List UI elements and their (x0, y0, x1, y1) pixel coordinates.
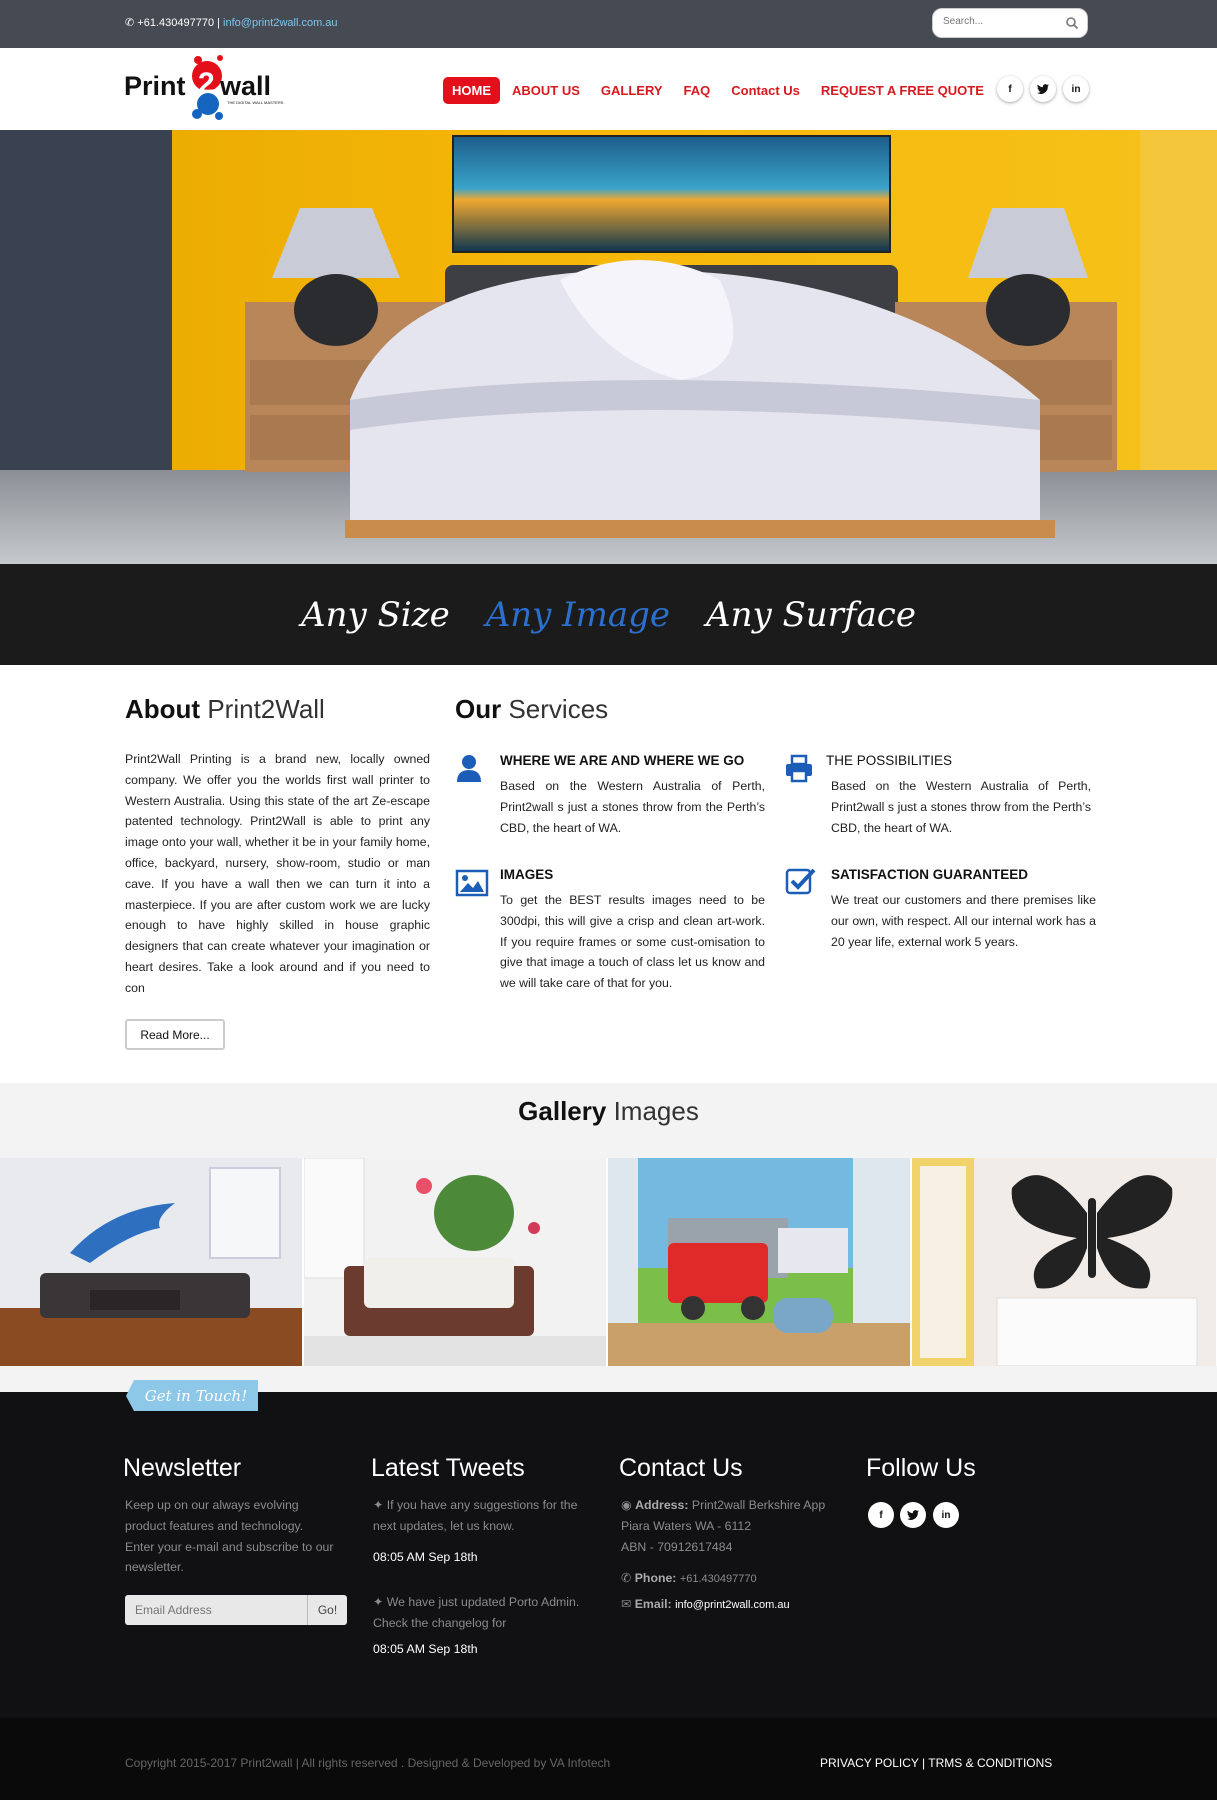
twitter-bird-icon (907, 1510, 919, 1520)
service-text: Based on the Western Australia of Perth,… (500, 779, 765, 835)
contact-phone: ✆ Phone: +61.430497770 (621, 1571, 757, 1585)
nav-faq[interactable]: FAQ (675, 77, 720, 104)
map-marker-icon: ◉ (621, 1498, 632, 1512)
about-title: About Print2Wall (125, 694, 325, 724)
logo[interactable]: Print 2 wall THE DIGITAL WALL MASTERS (124, 50, 286, 128)
svg-text:THE DIGITAL WALL MASTERS: THE DIGITAL WALL MASTERS (227, 100, 284, 105)
nav-about-us[interactable]: ABOUT US (503, 77, 589, 104)
service-title: WHERE WE ARE AND WHERE WE GO (500, 753, 745, 768)
gallery-image-dolphin[interactable] (0, 1158, 304, 1366)
envelope-icon: ✉ (621, 1597, 632, 1611)
check-square-icon (785, 868, 816, 895)
gallery-title: Gallery Images (518, 1096, 699, 1126)
twitter-icon[interactable] (1030, 76, 1056, 102)
facebook-icon[interactable]: f (868, 1502, 894, 1528)
user-icon (457, 755, 481, 782)
twitter-icon[interactable] (900, 1502, 926, 1528)
contact-email: ✉ Email: info@print2wall.com.au (621, 1597, 790, 1611)
tweet-item: ✦ We have just updated Porto Admin. Chec… (373, 1595, 580, 1630)
go-button[interactable]: Go! (307, 1595, 347, 1625)
gallery-strip (0, 1158, 1217, 1366)
flower-room-image (304, 1158, 606, 1366)
search-input[interactable] (943, 16, 1063, 27)
service-images: IMAGES To get the BEST results images ne… (500, 867, 765, 994)
top-email-link[interactable]: info@print2wall.com.au (223, 17, 338, 29)
service-title: SATISFACTION GUARANTEED (831, 867, 1029, 882)
service-text: To get the BEST results images need to b… (500, 893, 765, 991)
logo-graphic: Print 2 wall THE DIGITAL WALL MASTERS (124, 55, 284, 120)
contact-title: Contact Us (619, 1454, 743, 1482)
nav-contact-us[interactable]: Contact Us (722, 77, 809, 104)
main-nav: HOME ABOUT US GALLERY FAQ Contact Us REQ… (443, 76, 996, 104)
kids-room-image (608, 1158, 910, 1366)
hero-banner (0, 130, 1217, 564)
about-text: Print2Wall Printing is a brand new, loca… (125, 752, 430, 995)
service-satisfaction: SATISFACTION GUARANTEED We treat our cus… (831, 867, 1096, 952)
newsletter-text: Keep up on our always evolving product f… (125, 1498, 334, 1575)
terms-link[interactable]: TRMS & CONDITIONS (928, 1756, 1052, 1770)
newsletter-form: Go! (125, 1595, 347, 1625)
nav-gallery[interactable]: GALLERY (592, 77, 672, 104)
linkedin-icon[interactable]: in (1063, 76, 1089, 102)
service-where-we-are: WHERE WE ARE AND WHERE WE GO Based on th… (500, 753, 765, 838)
svg-text:Print: Print (124, 71, 186, 101)
contact-email-link[interactable]: info@print2wall.com.au (675, 1599, 790, 1611)
service-text: Based on the Western Australia of Perth,… (831, 779, 1091, 835)
contact-address: ◉ Address: Print2wall Berkshire App Piar… (621, 1498, 826, 1554)
tagline-any-image: Any Image (485, 594, 671, 635)
newsletter-title: Newsletter (123, 1454, 242, 1482)
service-text: We treat our customers and there premise… (831, 893, 1096, 949)
nav-request-quote[interactable]: REQUEST A FREE QUOTE (812, 77, 993, 104)
tagline-band: Any Size Any Image Any Surface (0, 564, 1217, 665)
phone-icon: ✆ (125, 17, 138, 29)
tagline-any-surface: Any Surface (706, 594, 916, 635)
legal-links: PRIVACY POLICY | TRMS & CONDITIONS (820, 1756, 1053, 1770)
copyright-text: Copyright 2015-2017 Print2wall | All rig… (125, 1756, 611, 1770)
service-title: THE POSSIBILITIES (826, 753, 953, 768)
tagline-any-size: Any Size (301, 594, 450, 635)
top-phone: +61.430497770 (137, 17, 215, 29)
hero-bedroom-image (0, 130, 1217, 564)
tweet-item: ✦ If you have any suggestions for the ne… (373, 1498, 578, 1533)
get-in-touch-ribbon: Get in Touch! (126, 1380, 258, 1411)
service-title: IMAGES (500, 867, 554, 882)
top-contact: ✆ +61.430497770 | info@print2wall.com.au (125, 17, 338, 29)
gallery-image-butterfly[interactable] (912, 1158, 1216, 1366)
dolphin-room-image (0, 1158, 302, 1366)
services-title: Our Services (455, 694, 609, 724)
facebook-icon[interactable]: f (997, 76, 1023, 102)
butterfly-nursery-image (912, 1158, 1216, 1366)
follow-title: Follow Us (866, 1454, 976, 1482)
svg-text:wall: wall (219, 71, 271, 101)
linkedin-icon[interactable]: in (933, 1502, 959, 1528)
gallery-image-flowers[interactable] (304, 1158, 608, 1366)
privacy-policy-link[interactable]: PRIVACY POLICY (820, 1756, 919, 1770)
read-more-button[interactable]: Read More... (125, 1019, 225, 1050)
phone-icon: ✆ (621, 1571, 632, 1585)
twitter-icon: ✦ (373, 1498, 384, 1512)
tweets-title: Latest Tweets (371, 1454, 525, 1482)
email-input[interactable] (125, 1595, 307, 1625)
nav-home[interactable]: HOME (443, 76, 500, 104)
tweet-time: 08:05 AM Sep 18th (373, 1550, 478, 1564)
search-icon[interactable] (1065, 16, 1079, 30)
svg-text:2: 2 (198, 67, 215, 100)
twitter-bird-icon (1037, 84, 1049, 94)
printer-icon (786, 754, 812, 783)
gallery-image-kids-cars[interactable] (608, 1158, 912, 1366)
twitter-icon: ✦ (373, 1595, 384, 1609)
service-possibilities: THE POSSIBILITIES Based on the Western A… (826, 753, 1091, 838)
top-bar: ✆ +61.430497770 | info@print2wall.com.au (0, 0, 1217, 48)
picture-icon (455, 869, 489, 897)
tweet-time: 08:05 AM Sep 18th (373, 1642, 478, 1656)
search-box (932, 8, 1088, 38)
